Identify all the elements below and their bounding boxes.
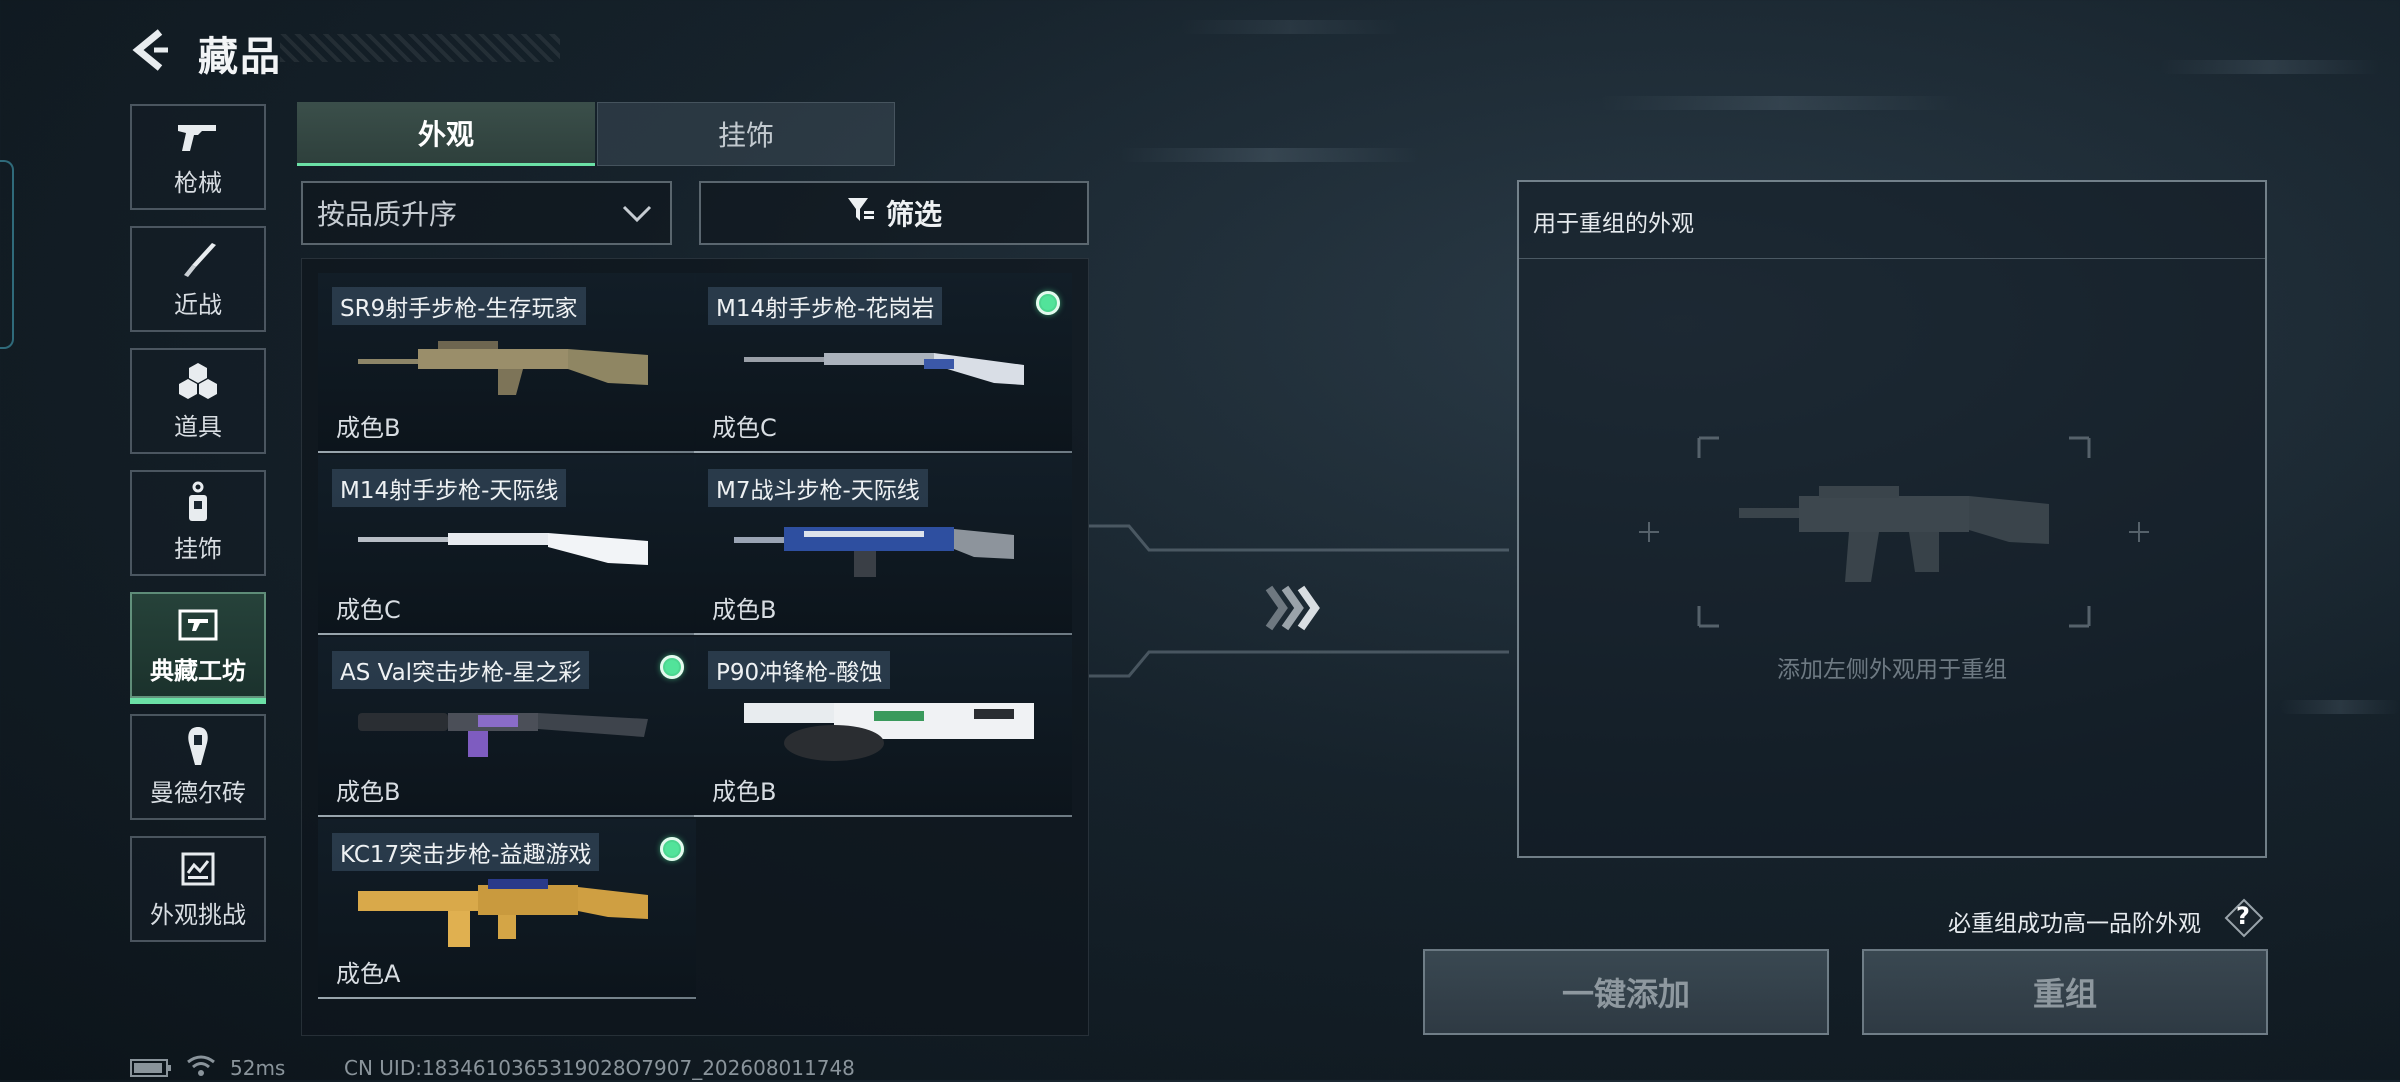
- filter-label: 筛选: [885, 198, 942, 231]
- skin-card[interactable]: M14射手步枪-天际线 成色C: [318, 455, 696, 635]
- skin-name: M7战斗步枪-天际线: [708, 469, 928, 507]
- bg-streak: [1120, 148, 1420, 162]
- skin-grid: SR9射手步枪-生存玩家 成色B M14射手步枪-花岗岩 成色C M14射手步枪…: [301, 258, 1089, 1036]
- reassemble-note: 必重组成功高一品阶外观: [1948, 911, 2201, 937]
- sidebar-item-melee[interactable]: 近战: [130, 226, 266, 332]
- bg-streak: [2280, 700, 2400, 714]
- skin-name: KC17突击步枪-益趣游戏: [332, 833, 600, 871]
- skin-card[interactable]: M7战斗步枪-天际线 成色B: [694, 455, 1072, 635]
- skin-name: P90冲锋枪-酸蚀: [708, 651, 891, 689]
- skin-quality: 成色A: [336, 960, 401, 988]
- forward-arrows-icon: [1265, 585, 1320, 631]
- sidebar-item-tools[interactable]: 道具: [130, 348, 266, 454]
- skin-quality: 成色B: [712, 596, 777, 624]
- skin-name: M14射手步枪-天际线: [332, 469, 567, 507]
- skin-card[interactable]: AS Val突击步枪-星之彩 成色B: [318, 637, 696, 817]
- mandel-brick-icon: [176, 726, 220, 767]
- rifle-image: [358, 533, 648, 565]
- bg-streak: [1600, 96, 1960, 110]
- rifle-image: [358, 713, 648, 757]
- rifle-placeholder-icon: [1639, 436, 2149, 628]
- workshop-icon: [176, 605, 220, 645]
- rifle-image: [358, 341, 648, 395]
- grenades-icon: [176, 361, 220, 401]
- skin-quality: 成色C: [712, 414, 777, 442]
- sidebar-item-charms[interactable]: 挂饰: [130, 470, 266, 576]
- reassemble-hint: 添加左侧外观用于重组: [1777, 657, 2007, 683]
- skin-name: SR9射手步枪-生存玩家: [332, 287, 586, 325]
- reassemble-panel: 用于重组的外观 添加左侧外观用于重组: [1517, 180, 2267, 858]
- battery-icon: [130, 1058, 172, 1082]
- sidebar-item-workshop[interactable]: 典藏工坊: [130, 592, 266, 704]
- charm-icon: [176, 481, 220, 523]
- skin-card[interactable]: KC17突击步枪-益趣游戏 成色A: [318, 819, 696, 999]
- connector-lines: [1089, 524, 1509, 678]
- tab-appearance[interactable]: 外观: [297, 102, 595, 166]
- selected-indicator-icon: [660, 837, 684, 861]
- sidebar-item-label: 枪械: [174, 168, 222, 197]
- sidebar-item-label: 挂饰: [174, 534, 222, 563]
- sidebar-item-guns[interactable]: 枪械: [130, 104, 266, 210]
- skin-name: AS Val突击步枪-星之彩: [332, 651, 590, 689]
- skin-challenge-icon: [176, 849, 220, 889]
- chevron-down-icon: [620, 197, 654, 231]
- sidebar-item-label: 道具: [174, 412, 222, 441]
- skin-quality: 成色B: [336, 778, 401, 806]
- selected-indicator-icon: [660, 655, 684, 679]
- skin-quality: 成色B: [336, 414, 401, 442]
- rifle-image: [744, 353, 1024, 385]
- rifle-image: [358, 879, 648, 947]
- help-button[interactable]: ?: [2224, 898, 2264, 938]
- reassemble-panel-title: 用于重组的外观: [1533, 211, 1694, 237]
- ping-value: 52ms: [230, 1056, 286, 1080]
- page-title: 藏品: [198, 34, 282, 80]
- skin-quality: 成色B: [712, 778, 777, 806]
- knife-icon: [176, 239, 220, 279]
- title-decoration: [280, 34, 560, 62]
- skin-card[interactable]: M14射手步枪-花岗岩 成色C: [694, 273, 1072, 453]
- sidebar-item-label: 曼德尔砖: [150, 778, 246, 807]
- tab-charms[interactable]: 挂饰: [597, 102, 895, 166]
- rifle-image: [744, 703, 1034, 761]
- pistol-icon: [176, 117, 220, 157]
- skin-card[interactable]: SR9射手步枪-生存玩家 成色B: [318, 273, 696, 453]
- reassemble-button[interactable]: 重组: [1862, 949, 2268, 1035]
- filter-icon: [846, 195, 876, 232]
- selected-indicator-icon: [1036, 291, 1060, 315]
- sort-dropdown[interactable]: 按品质升序: [301, 181, 672, 245]
- wifi-icon: [186, 1054, 216, 1082]
- sort-value: 按品质升序: [317, 198, 458, 231]
- help-icon: ?: [2236, 902, 2250, 930]
- skin-name: M14射手步枪-花岗岩: [708, 287, 943, 325]
- skin-quality: 成色C: [336, 596, 401, 624]
- rifle-image: [734, 527, 1014, 577]
- filter-button[interactable]: 筛选: [699, 181, 1089, 245]
- bg-streak: [1180, 20, 1400, 34]
- sidebar-item-label: 外观挑战: [150, 900, 246, 929]
- bg-streak: [2160, 60, 2380, 74]
- uid-text: CN UID:1834610365319028O7907_20260801174…: [344, 1056, 855, 1080]
- sidebar-item-mandel-brick[interactable]: 曼德尔砖: [130, 714, 266, 820]
- sidebar-item-skin-challenge[interactable]: 外观挑战: [130, 836, 266, 942]
- quick-add-button[interactable]: 一键添加: [1423, 949, 1829, 1035]
- sidebar-item-label: 典藏工坊: [150, 656, 246, 685]
- left-edge-handle[interactable]: [0, 160, 14, 349]
- skin-card[interactable]: P90冲锋枪-酸蚀 成色B: [694, 637, 1072, 817]
- reassemble-panel-header: 用于重组的外观: [1519, 182, 2265, 259]
- sidebar-item-label: 近战: [174, 290, 222, 319]
- back-arrow-icon[interactable]: [130, 28, 174, 72]
